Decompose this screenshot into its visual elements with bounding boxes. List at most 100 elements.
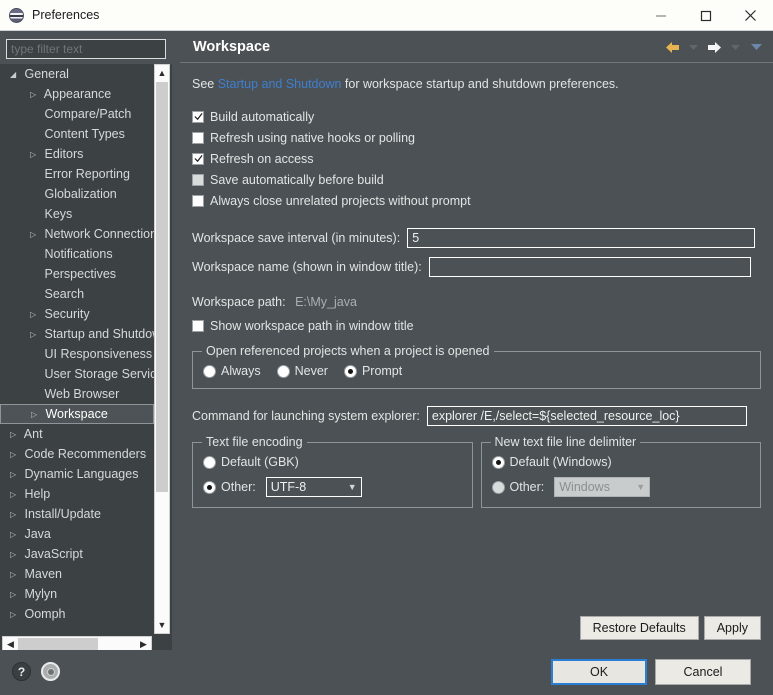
view-menu-chevron-down-icon[interactable] (747, 38, 765, 56)
sidebar-item-javascript[interactable]: ▷ JavaScript (0, 544, 154, 564)
checkbox-refresh-using-native-hooks-or-polling[interactable]: Refresh using native hooks or polling (192, 128, 761, 147)
tree-expand-arrow-icon[interactable]: ▷ (10, 465, 21, 485)
sidebar-item-general[interactable]: ◢ General (0, 64, 154, 84)
tree-expand-arrow-icon[interactable]: ▷ (10, 485, 21, 505)
chevron-down-icon[interactable]: ▼ (632, 482, 649, 492)
maximize-icon[interactable] (683, 0, 728, 31)
chevron-right-icon[interactable]: ▶ (136, 637, 151, 651)
sidebar-item-appearance[interactable]: ▷ Appearance (0, 84, 154, 104)
minimize-icon[interactable] (638, 0, 683, 31)
sidebar-item-java[interactable]: ▷ Java (0, 524, 154, 544)
sidebar-item-search[interactable]: Search (0, 284, 154, 304)
sidebar-item-user-storage-service[interactable]: User Storage Service (0, 364, 154, 384)
startup-shutdown-link[interactable]: Startup and Shutdown (218, 77, 342, 91)
checkbox-box[interactable] (192, 152, 204, 165)
radio-button[interactable] (491, 480, 505, 494)
tree-expand-arrow-icon[interactable]: ▷ (10, 525, 21, 545)
tree-expand-arrow-icon[interactable]: ▷ (10, 425, 21, 445)
sidebar-item-globalization[interactable]: Globalization (0, 184, 154, 204)
radio-button[interactable] (343, 364, 357, 378)
sidebar-item-startup-and-shutdown[interactable]: ▷ Startup and Shutdown (0, 324, 154, 344)
delimiter-default-radio[interactable]: Default (Windows) (491, 455, 751, 469)
encoding-default-radio[interactable]: Default (GBK) (203, 455, 462, 469)
delimiter-other-radio[interactable]: Other: Windows ▼ (491, 477, 751, 497)
search-input[interactable] (6, 39, 166, 59)
chevron-down-icon[interactable]: ▼ (344, 482, 361, 492)
checkbox-box[interactable] (192, 319, 204, 332)
sidebar-item-compare-patch[interactable]: Compare/Patch (0, 104, 154, 124)
tree-expand-arrow-icon[interactable]: ▷ (10, 585, 21, 605)
sidebar-item-oomph[interactable]: ▷ Oomph (0, 604, 154, 624)
open-referenced-radio-prompt[interactable]: Prompt (343, 364, 402, 378)
tree-expand-arrow-icon[interactable]: ▷ (30, 325, 41, 345)
ok-button[interactable]: OK (551, 659, 647, 685)
tree-expand-arrow-icon[interactable]: ▷ (10, 545, 21, 565)
sidebar-item-code-recommenders[interactable]: ▷ Code Recommenders (0, 444, 154, 464)
explorer-command-input[interactable] (426, 406, 747, 426)
preferences-tree[interactable]: ◢ General ▷ Appearance Compare/Patch Cont… (0, 64, 172, 654)
tree-expand-arrow-icon[interactable]: ▷ (10, 445, 21, 465)
sidebar-item-keys[interactable]: Keys (0, 204, 154, 224)
close-icon[interactable] (728, 0, 773, 31)
checkbox-box[interactable] (192, 173, 204, 186)
open-referenced-radio-never[interactable]: Never (276, 364, 328, 378)
checkbox-box[interactable] (192, 110, 204, 123)
sidebar-item-ui-responsiveness-monitoring[interactable]: UI Responsiveness Monitoring (0, 344, 154, 364)
encoding-other-radio[interactable]: Other: UTF-8 ▼ (203, 477, 462, 497)
sidebar-item-editors[interactable]: ▷ Editors (0, 144, 154, 164)
tree-expand-arrow-icon[interactable]: ▷ (31, 406, 42, 424)
scrollbar-thumb-horizontal[interactable] (18, 637, 98, 651)
open-referenced-radio-always[interactable]: Always (203, 364, 261, 378)
radio-button[interactable] (203, 480, 216, 494)
sidebar-item-workspace[interactable]: ▷ Workspace (0, 404, 154, 424)
tree-expand-arrow-icon[interactable]: ▷ (30, 85, 41, 105)
sidebar-item-notifications[interactable]: Notifications (0, 244, 154, 264)
chevron-down-icon[interactable]: ▼ (155, 617, 169, 633)
forward-history-chevron-down-icon[interactable] (726, 38, 744, 56)
chevron-up-icon[interactable]: ▲ (155, 65, 169, 81)
sidebar-item-ant[interactable]: ▷ Ant (0, 424, 154, 444)
sidebar-item-maven[interactable]: ▷ Maven (0, 564, 154, 584)
radio-button[interactable] (276, 364, 290, 378)
radio-button[interactable] (491, 455, 505, 469)
cancel-button[interactable]: Cancel (655, 659, 751, 685)
checkbox-box[interactable] (192, 131, 204, 144)
sidebar-item-mylyn[interactable]: ▷ Mylyn (0, 584, 154, 604)
show-workspace-path-checkbox[interactable]: Show workspace path in window title (192, 316, 761, 335)
apply-button[interactable]: Apply (703, 616, 761, 640)
sidebar-item-perspectives[interactable]: Perspectives (0, 264, 154, 284)
chevron-left-icon[interactable]: ◀ (3, 637, 18, 651)
checkbox-always-close-unrelated-projects-without-prompt[interactable]: Always close unrelated projects without … (192, 191, 761, 210)
sidebar-item-content-types[interactable]: Content Types (0, 124, 154, 144)
tree-expand-arrow-open-icon[interactable]: ◢ (10, 65, 21, 85)
tree-expand-arrow-icon[interactable]: ▷ (30, 305, 41, 325)
restore-defaults-button[interactable]: Restore Defaults (579, 616, 699, 640)
radio-button[interactable] (203, 455, 216, 469)
checkbox-box[interactable] (192, 194, 204, 207)
sidebar-item-install-update[interactable]: ▷ Install/Update (0, 504, 154, 524)
workspace-name-input[interactable] (428, 257, 751, 277)
checkbox-build-automatically[interactable]: Build automatically (192, 107, 761, 126)
checkbox-refresh-on-access[interactable]: Refresh on access (192, 149, 761, 168)
tree-vertical-scrollbar[interactable]: ▲ ▼ (154, 64, 170, 634)
tree-expand-arrow-icon[interactable]: ▷ (10, 565, 21, 585)
save-interval-input[interactable] (407, 228, 756, 248)
radio-button[interactable] (203, 364, 216, 378)
sidebar-item-dynamic-languages[interactable]: ▷ Dynamic Languages (0, 464, 154, 484)
tree-expand-arrow-icon[interactable]: ▷ (30, 145, 41, 165)
tree-expand-arrow-icon[interactable]: ▷ (10, 605, 21, 625)
sidebar-item-network-connections[interactable]: ▷ Network Connections (0, 224, 154, 244)
tree-expand-arrow-icon[interactable]: ▷ (10, 505, 21, 525)
back-history-chevron-down-icon[interactable] (684, 38, 702, 56)
forward-arrow-icon[interactable] (705, 38, 723, 56)
sidebar-item-error-reporting[interactable]: Error Reporting (0, 164, 154, 184)
encoding-combo[interactable]: UTF-8 ▼ (265, 477, 362, 497)
sidebar-item-security[interactable]: ▷ Security (0, 304, 154, 324)
sidebar-item-help[interactable]: ▷ Help (0, 484, 154, 504)
checkbox-save-automatically-before-build[interactable]: Save automatically before build (192, 170, 761, 189)
tree-expand-arrow-icon[interactable]: ▷ (30, 225, 41, 245)
delimiter-combo[interactable]: Windows ▼ (554, 477, 651, 497)
back-arrow-icon[interactable] (663, 38, 681, 56)
gear-icon[interactable] (41, 662, 60, 681)
sidebar-item-web-browser[interactable]: Web Browser (0, 384, 154, 404)
